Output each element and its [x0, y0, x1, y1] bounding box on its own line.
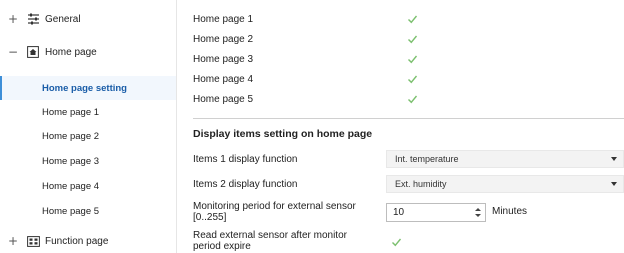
home-page-1-checkbox[interactable]	[407, 14, 418, 25]
monitoring-label-line1: Monitoring period for external sensor	[193, 201, 356, 212]
home-page-2-checkbox[interactable]	[407, 34, 418, 45]
sidebar-group-home-page[interactable]: − Home page	[0, 40, 176, 64]
sidebar-group-function-page[interactable]: + Function page	[0, 230, 176, 252]
sidebar-group-label: General	[45, 13, 81, 25]
sidebar-item-home-page-5[interactable]: Home page 5	[0, 199, 176, 223]
collapse-toggle[interactable]: −	[8, 45, 18, 59]
section-divider	[193, 118, 624, 119]
home-page-4-label: Home page 4	[193, 73, 254, 85]
sidebar-group-general[interactable]: + General	[0, 8, 176, 30]
read-sensor-row: Read external sensor after monitor perio…	[193, 230, 624, 253]
section-title: Display items setting on home page	[193, 128, 373, 140]
items-2-select[interactable]: Ext. humidity	[386, 175, 624, 193]
grid-icon	[26, 234, 40, 248]
items-1-label: Items 1 display function	[193, 153, 298, 165]
home-page-1-label: Home page 1	[193, 13, 254, 25]
items-1-select[interactable]: Int. temperature	[386, 150, 624, 168]
monitoring-period-value: 10	[393, 207, 405, 218]
expand-toggle[interactable]: +	[8, 234, 18, 248]
home-page-1-row: Home page 1	[193, 11, 624, 27]
monitoring-unit: Minutes	[492, 206, 528, 217]
sidebar-item-home-page-3[interactable]: Home page 3	[0, 149, 176, 173]
chevron-down-icon	[611, 157, 617, 161]
home-page-4-checkbox[interactable]	[407, 74, 418, 85]
home-page-2-row: Home page 2	[193, 31, 624, 47]
sidebar-group-label: Home page	[45, 46, 97, 58]
sidebar-group-label: Function page	[45, 235, 109, 247]
home-icon	[26, 45, 40, 59]
items-1-value: Int. temperature	[395, 154, 459, 164]
home-page-3-checkbox[interactable]	[407, 54, 418, 65]
sidebar-item-home-page-4[interactable]: Home page 4	[0, 174, 176, 198]
home-page-3-row: Home page 3	[193, 51, 624, 67]
home-page-4-row: Home page 4	[193, 71, 624, 87]
read-sensor-checkbox[interactable]	[391, 237, 402, 248]
sidebar-item-home-page-2[interactable]: Home page 2	[0, 124, 176, 148]
main-panel: Home page 1 Home page 2 Home page 3 Home…	[177, 0, 624, 253]
home-page-5-checkbox[interactable]	[407, 94, 418, 105]
sidebar-item-home-page-1[interactable]: Home page 1	[0, 100, 176, 124]
monitoring-period-input[interactable]: 10	[386, 203, 486, 222]
home-page-2-label: Home page 2	[193, 33, 254, 45]
sidebar-item-home-page-setting[interactable]: Home page setting	[0, 76, 176, 100]
monitoring-label-line2: [0..255]	[193, 212, 227, 223]
home-page-5-label: Home page 5	[193, 93, 254, 105]
spinner-arrows-icon[interactable]	[474, 206, 482, 219]
items-2-value: Ext. humidity	[395, 179, 447, 189]
read-sensor-label-line1: Read external sensor after monitor	[193, 230, 347, 241]
home-page-5-row: Home page 5	[193, 91, 624, 107]
read-sensor-label-line2: period expire	[193, 241, 251, 252]
items-2-label: Items 2 display function	[193, 178, 298, 190]
sidebar: + General − Home page Home page setting …	[0, 0, 176, 253]
expand-toggle[interactable]: +	[8, 12, 18, 26]
home-page-3-label: Home page 3	[193, 53, 254, 65]
chevron-down-icon	[611, 182, 617, 186]
sliders-icon	[26, 12, 40, 26]
